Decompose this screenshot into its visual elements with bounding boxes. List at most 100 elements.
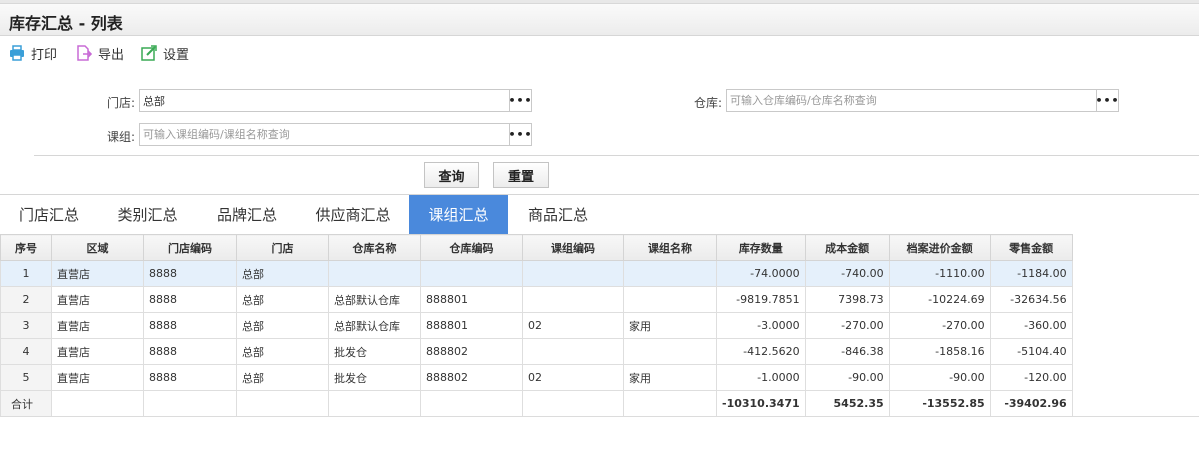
col-header-store-code[interactable]: 门店编码 [143, 234, 237, 261]
warehouse-more-button[interactable]: ••• [1095, 90, 1119, 111]
table-cell: 总部 [236, 312, 329, 339]
title-bar: 库存汇总 - 列表 [0, 4, 1199, 36]
table-cell: -74.0000 [716, 260, 806, 287]
table-cell: -90.00 [804, 364, 890, 391]
col-header-warehouse-name[interactable]: 仓库名称 [328, 234, 421, 261]
tab-category-summary[interactable]: 类别汇总 [98, 195, 197, 234]
table-cell [328, 390, 421, 417]
col-header-index[interactable]: 序号 [0, 234, 52, 261]
tab-product-summary[interactable]: 商品汇总 [508, 195, 608, 234]
table-row[interactable]: 5 直营店 8888 总部 批发仓 888802 02 家用 -1.0000 -90.00 -90.… [0, 364, 1073, 391]
table-cell [522, 338, 624, 365]
table-cell: 02 [522, 312, 624, 339]
col-header-store[interactable]: 门店 [236, 234, 329, 261]
table-cell: 8888 [143, 260, 237, 287]
edit-settings-icon [141, 45, 157, 61]
table-cell: 8888 [143, 364, 237, 391]
table-cell: 8888 [143, 338, 237, 365]
table-cell: 02 [522, 364, 624, 391]
table-cell: -39402.96 [989, 390, 1073, 417]
col-header-stock-qty[interactable]: 库存数量 [716, 234, 806, 261]
group-filter-label: 课组: [106, 130, 135, 144]
query-button[interactable]: 查询 [424, 162, 479, 188]
table-cell: -10310.3471 [716, 390, 806, 417]
col-header-warehouse-code[interactable]: 仓库编码 [420, 234, 523, 261]
table-cell: -360.00 [989, 312, 1073, 339]
table-cell: 5 [0, 364, 52, 391]
table-cell [420, 390, 523, 417]
table-cell: -270.00 [888, 312, 991, 339]
table-cell: 3 [0, 312, 52, 339]
table-cell: -120.00 [989, 364, 1073, 391]
tab-supplier-summary[interactable]: 供应商汇总 [297, 195, 409, 234]
col-header-archive-price-amount[interactable]: 档案进价金额 [888, 234, 991, 261]
table-cell: -10224.69 [888, 286, 991, 313]
table-row[interactable]: 2 直营店 8888 总部 总部默认仓库 888801 -9819.7851 7398.73-… [0, 286, 1073, 313]
table-cell: 总部默认仓库 [328, 312, 421, 339]
col-header-retail-amount[interactable]: 零售金额 [989, 234, 1073, 261]
tab-store-summary[interactable]: 门店汇总 [0, 195, 98, 234]
summary-tabs: 门店汇总 类别汇总 品牌汇总 供应商汇总 课组汇总 商品汇总 [0, 195, 608, 234]
print-button[interactable]: 打印 [9, 40, 57, 66]
table-cell: 总部 [236, 364, 329, 391]
table-cell: 总部 [236, 286, 329, 313]
warehouse-input[interactable] [727, 90, 1096, 111]
table-cell: 批发仓 [328, 338, 421, 365]
settings-button[interactable]: 设置 [141, 40, 189, 66]
group-more-button[interactable]: ••• [508, 124, 532, 145]
warehouse-filter: ••• [726, 89, 1119, 112]
table-cell: 直营店 [51, 286, 144, 313]
col-header-group-code[interactable]: 课组编码 [522, 234, 624, 261]
export-button[interactable]: 导出 [76, 40, 124, 66]
table-cell: -32634.56 [989, 286, 1073, 313]
table-cell: 总部 [236, 338, 329, 365]
table-cell: -1.0000 [716, 364, 806, 391]
table-cell: 家用 [623, 364, 717, 391]
table-cell: 合计 [0, 390, 52, 417]
toolbar: 打印 导出 设置 [0, 40, 1199, 66]
filter-divider [34, 155, 1199, 156]
table-cell [522, 390, 624, 417]
table-cell [522, 260, 624, 287]
col-header-region[interactable]: 区域 [51, 234, 144, 261]
table-cell [143, 390, 237, 417]
table-cell [623, 390, 717, 417]
store-more-button[interactable]: ••• [508, 90, 532, 111]
table-cell: 2 [0, 286, 52, 313]
group-input[interactable] [140, 124, 509, 145]
table-cell: 4 [0, 338, 52, 365]
group-filter: ••• [139, 123, 532, 146]
table-cell: 888801 [420, 286, 523, 313]
table-cell: -9819.7851 [716, 286, 806, 313]
table-cell: 8888 [143, 312, 237, 339]
export-label: 导出 [98, 47, 125, 63]
table-cell: 888801 [420, 312, 523, 339]
table-cell: 直营店 [51, 260, 144, 287]
table-cell: -1858.16 [888, 338, 991, 365]
table-cell [623, 286, 717, 313]
table-cell: 直营店 [51, 312, 144, 339]
table-row[interactable]: 1 直营店 8888 总部 -74.0000 -740.00 -1110.00 -1184.0… [0, 260, 1073, 287]
table-row[interactable]: 4 直营店 8888 总部 批发仓 888802 -412.5620 -846.38 -1858… [0, 338, 1073, 365]
table-total-row[interactable]: 合计 -10310.3471 5452.35 -13552.85 -39402.96 [0, 390, 1073, 417]
table-cell: 直营店 [51, 338, 144, 365]
table-cell: 1 [0, 260, 52, 287]
table-cell: 批发仓 [328, 364, 421, 391]
table-cell: -3.0000 [716, 312, 806, 339]
tab-brand-summary[interactable]: 品牌汇总 [197, 195, 297, 234]
table-row[interactable]: 3 直营店 8888 总部 总部默认仓库 888801 02 家用 -3.0000 -270.00… [0, 312, 1073, 339]
table-cell: -740.00 [804, 260, 890, 287]
table-cell [623, 260, 717, 287]
tab-group-summary[interactable]: 课组汇总 [409, 195, 508, 234]
table-cell: 总部默认仓库 [328, 286, 421, 313]
col-header-cost-amount[interactable]: 成本金额 [804, 234, 890, 261]
reset-button[interactable]: 重置 [493, 162, 549, 188]
table-cell: -846.38 [804, 338, 890, 365]
store-input[interactable] [140, 90, 509, 111]
table-cell [236, 390, 329, 417]
table-cell: -270.00 [804, 312, 890, 339]
table-cell: 总部 [236, 260, 329, 287]
table-cell: -1184.00 [989, 260, 1073, 287]
table-cell: 7398.73 [804, 286, 890, 313]
col-header-group-name[interactable]: 课组名称 [623, 234, 717, 261]
